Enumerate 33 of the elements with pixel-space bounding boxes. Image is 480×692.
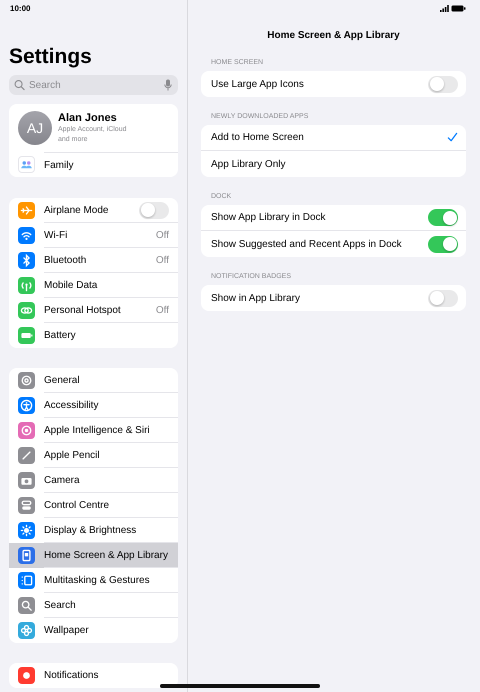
sidebar-item[interactable]: Airplane Mode bbox=[9, 198, 178, 223]
page-title: Settings bbox=[9, 45, 92, 68]
sidebar-item[interactable]: Wi-Fi Off bbox=[9, 223, 178, 248]
family-row[interactable]: Family bbox=[9, 152, 178, 177]
setting-row[interactable]: Use Large App Icons bbox=[201, 71, 466, 97]
setting-row[interactable]: Show App Library in Dock bbox=[201, 205, 466, 231]
avatar: AJ bbox=[18, 111, 52, 145]
sidebar-item[interactable]: Home Screen & App Library bbox=[9, 543, 178, 568]
sidebar-item[interactable]: Camera bbox=[9, 468, 178, 493]
sidebar-item[interactable]: Multitasking & Gestures bbox=[9, 568, 178, 593]
sidebar-item[interactable]: Control Centre bbox=[9, 493, 178, 518]
sidebar-item[interactable]: Wallpaper bbox=[9, 618, 178, 643]
status-time: 10:00 bbox=[10, 4, 30, 13]
account-name: Alan Jones bbox=[58, 112, 118, 124]
sidebar-item[interactable]: Battery bbox=[9, 323, 178, 348]
sidebar-item[interactable]: Apple Intelligence & Siri bbox=[9, 418, 178, 443]
sidebar-item[interactable]: Notifications bbox=[9, 663, 178, 688]
setting-row[interactable]: Show Suggested and Recent Apps in Dock bbox=[201, 231, 466, 257]
sidebar-item[interactable]: Bluetooth Off bbox=[9, 248, 178, 273]
sidebar-item[interactable]: Accessibility bbox=[9, 393, 178, 418]
sidebar-item[interactable]: General bbox=[9, 368, 178, 393]
status-value: Off bbox=[156, 304, 169, 318]
sidebar-item[interactable]: Search bbox=[9, 593, 178, 618]
screen-title: Home Screen & App Library bbox=[267, 30, 400, 41]
search-field[interactable]: Search bbox=[9, 75, 178, 95]
option-row[interactable]: App Library Only bbox=[201, 151, 466, 177]
status-value: Off bbox=[156, 228, 169, 242]
sidebar-item[interactable]: Mobile Data bbox=[9, 273, 178, 298]
sidebar-item[interactable]: Personal Hotspot Off bbox=[9, 298, 178, 323]
setting-row[interactable]: Show in App Library bbox=[201, 285, 466, 311]
option-row[interactable]: Add to Home Screen bbox=[201, 125, 466, 151]
sidebar-item[interactable]: Apple Pencil bbox=[9, 443, 178, 468]
status-value: Off bbox=[156, 254, 169, 268]
